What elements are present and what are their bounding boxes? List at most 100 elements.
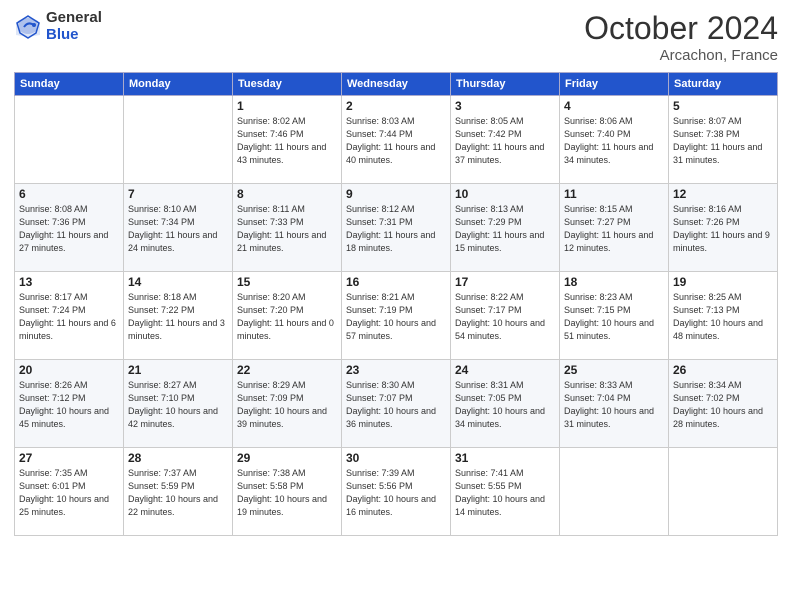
day-number: 3 <box>455 99 555 113</box>
table-row: 18 Sunrise: 8:23 AM Sunset: 7:15 PM Dayli… <box>560 272 669 360</box>
table-row: 21Sunrise: 8:27 AM Sunset: 7:10 PM Dayli… <box>124 360 233 448</box>
header-saturday: Saturday <box>669 73 778 96</box>
day-detail: Sunrise: 8:34 AM Sunset: 7:02 PM Dayligh… <box>673 379 773 431</box>
day-number: 16 <box>346 275 446 289</box>
day-number: 14 <box>128 275 228 289</box>
day-number: 11 <box>564 187 664 201</box>
day-number: 31 <box>455 451 555 465</box>
table-row <box>15 96 124 184</box>
weekday-header-row: Sunday Monday Tuesday Wednesday Thursday… <box>15 73 778 96</box>
header-sunday: Sunday <box>15 73 124 96</box>
table-row: 10 Sunrise: 8:13 AM Sunset: 7:29 PM Dayli… <box>451 184 560 272</box>
day-detail: Sunrise: 8:31 AM Sunset: 7:05 PM Dayligh… <box>455 379 555 431</box>
day-detail: Sunrise: 8:17 AM Sunset: 7:24 PM Dayligh… <box>19 291 119 343</box>
table-row: 6 Sunrise: 8:08 AM Sunset: 7:36 PM Daylig… <box>15 184 124 272</box>
table-row: 31 Sunrise: 7:41 AM Sunset: 5:55 PM Dayli… <box>451 448 560 536</box>
day-number: 6 <box>19 187 119 201</box>
day-detail: Sunrise: 8:06 AM Sunset: 7:40 PM Dayligh… <box>564 115 664 167</box>
table-row: 3Sunrise: 8:05 AM Sunset: 7:42 PM Daylig… <box>451 96 560 184</box>
table-row: 17 Sunrise: 8:22 AM Sunset: 7:17 PM Dayli… <box>451 272 560 360</box>
month-title: October 2024 <box>584 10 778 47</box>
day-number: 25 <box>564 363 664 377</box>
day-number: 9 <box>346 187 446 201</box>
day-detail: Sunrise: 7:39 AM Sunset: 5:56 PM Dayligh… <box>346 467 446 519</box>
table-row: 9Sunrise: 8:12 AM Sunset: 7:31 PM Daylig… <box>342 184 451 272</box>
day-detail: Sunrise: 8:30 AM Sunset: 7:07 PM Dayligh… <box>346 379 446 431</box>
table-row: 26Sunrise: 8:34 AM Sunset: 7:02 PM Dayli… <box>669 360 778 448</box>
day-detail: Sunrise: 8:07 AM Sunset: 7:38 PM Dayligh… <box>673 115 773 167</box>
header-tuesday: Tuesday <box>233 73 342 96</box>
day-number: 5 <box>673 99 773 113</box>
day-number: 22 <box>237 363 337 377</box>
day-number: 29 <box>237 451 337 465</box>
table-row: 27 Sunrise: 7:35 AM Sunset: 6:01 PM Dayli… <box>15 448 124 536</box>
calendar-week-row: 13 Sunrise: 8:17 AM Sunset: 7:24 PM Dayli… <box>15 272 778 360</box>
day-detail: Sunrise: 8:29 AM Sunset: 7:09 PM Dayligh… <box>237 379 337 431</box>
logo-general-text: General <box>46 10 102 27</box>
day-detail: Sunrise: 8:11 AM Sunset: 7:33 PM Dayligh… <box>237 203 337 255</box>
day-detail: Sunrise: 8:33 AM Sunset: 7:04 PM Dayligh… <box>564 379 664 431</box>
title-block: October 2024 Arcachon, France <box>584 10 778 64</box>
day-number: 15 <box>237 275 337 289</box>
table-row <box>124 96 233 184</box>
day-number: 13 <box>19 275 119 289</box>
table-row: 16 Sunrise: 8:21 AM Sunset: 7:19 PM Dayli… <box>342 272 451 360</box>
day-number: 19 <box>673 275 773 289</box>
table-row <box>560 448 669 536</box>
day-detail: Sunrise: 8:08 AM Sunset: 7:36 PM Dayligh… <box>19 203 119 255</box>
day-number: 24 <box>455 363 555 377</box>
location-title: Arcachon, France <box>584 47 778 64</box>
table-row: 13 Sunrise: 8:17 AM Sunset: 7:24 PM Dayli… <box>15 272 124 360</box>
day-detail: Sunrise: 7:38 AM Sunset: 5:58 PM Dayligh… <box>237 467 337 519</box>
table-row: 25 Sunrise: 8:33 AM Sunset: 7:04 PM Dayli… <box>560 360 669 448</box>
day-detail: Sunrise: 8:03 AM Sunset: 7:44 PM Dayligh… <box>346 115 446 167</box>
day-detail: Sunrise: 8:10 AM Sunset: 7:34 PM Dayligh… <box>128 203 228 255</box>
day-detail: Sunrise: 8:22 AM Sunset: 7:17 PM Dayligh… <box>455 291 555 343</box>
day-number: 20 <box>19 363 119 377</box>
table-row: 7 Sunrise: 8:10 AM Sunset: 7:34 PM Daylig… <box>124 184 233 272</box>
header-monday: Monday <box>124 73 233 96</box>
day-number: 2 <box>346 99 446 113</box>
table-row: 12Sunrise: 8:16 AM Sunset: 7:26 PM Dayli… <box>669 184 778 272</box>
day-detail: Sunrise: 8:21 AM Sunset: 7:19 PM Dayligh… <box>346 291 446 343</box>
table-row: 5 Sunrise: 8:07 AM Sunset: 7:38 PM Daylig… <box>669 96 778 184</box>
table-row: 24 Sunrise: 8:31 AM Sunset: 7:05 PM Dayli… <box>451 360 560 448</box>
header-friday: Friday <box>560 73 669 96</box>
table-row: 22 Sunrise: 8:29 AM Sunset: 7:09 PM Dayli… <box>233 360 342 448</box>
day-number: 18 <box>564 275 664 289</box>
table-row: 15 Sunrise: 8:20 AM Sunset: 7:20 PM Dayli… <box>233 272 342 360</box>
logo-blue-text: Blue <box>46 27 102 44</box>
day-number: 30 <box>346 451 446 465</box>
table-row: 23Sunrise: 8:30 AM Sunset: 7:07 PM Dayli… <box>342 360 451 448</box>
table-row: 8 Sunrise: 8:11 AM Sunset: 7:33 PM Daylig… <box>233 184 342 272</box>
day-detail: Sunrise: 8:20 AM Sunset: 7:20 PM Dayligh… <box>237 291 337 343</box>
day-number: 27 <box>19 451 119 465</box>
day-number: 8 <box>237 187 337 201</box>
table-row <box>669 448 778 536</box>
day-detail: Sunrise: 8:23 AM Sunset: 7:15 PM Dayligh… <box>564 291 664 343</box>
table-row: 2 Sunrise: 8:03 AM Sunset: 7:44 PM Daylig… <box>342 96 451 184</box>
table-row: 4 Sunrise: 8:06 AM Sunset: 7:40 PM Daylig… <box>560 96 669 184</box>
logo: General Blue <box>14 10 102 43</box>
header: General Blue October 2024 Arcachon, Fran… <box>14 10 778 64</box>
table-row: 29 Sunrise: 7:38 AM Sunset: 5:58 PM Dayli… <box>233 448 342 536</box>
calendar-week-row: 1 Sunrise: 8:02 AM Sunset: 7:46 PM Daylig… <box>15 96 778 184</box>
day-detail: Sunrise: 8:02 AM Sunset: 7:46 PM Dayligh… <box>237 115 337 167</box>
day-detail: Sunrise: 7:35 AM Sunset: 6:01 PM Dayligh… <box>19 467 119 519</box>
day-number: 21 <box>128 363 228 377</box>
day-number: 1 <box>237 99 337 113</box>
day-detail: Sunrise: 8:18 AM Sunset: 7:22 PM Dayligh… <box>128 291 228 343</box>
table-row: 1 Sunrise: 8:02 AM Sunset: 7:46 PM Daylig… <box>233 96 342 184</box>
day-detail: Sunrise: 7:41 AM Sunset: 5:55 PM Dayligh… <box>455 467 555 519</box>
day-detail: Sunrise: 8:13 AM Sunset: 7:29 PM Dayligh… <box>455 203 555 255</box>
day-number: 17 <box>455 275 555 289</box>
page: General Blue October 2024 Arcachon, Fran… <box>0 0 792 612</box>
day-number: 7 <box>128 187 228 201</box>
day-number: 28 <box>128 451 228 465</box>
day-number: 4 <box>564 99 664 113</box>
table-row: 30 Sunrise: 7:39 AM Sunset: 5:56 PM Dayli… <box>342 448 451 536</box>
day-detail: Sunrise: 8:15 AM Sunset: 7:27 PM Dayligh… <box>564 203 664 255</box>
calendar-week-row: 27 Sunrise: 7:35 AM Sunset: 6:01 PM Dayli… <box>15 448 778 536</box>
day-number: 12 <box>673 187 773 201</box>
day-number: 10 <box>455 187 555 201</box>
